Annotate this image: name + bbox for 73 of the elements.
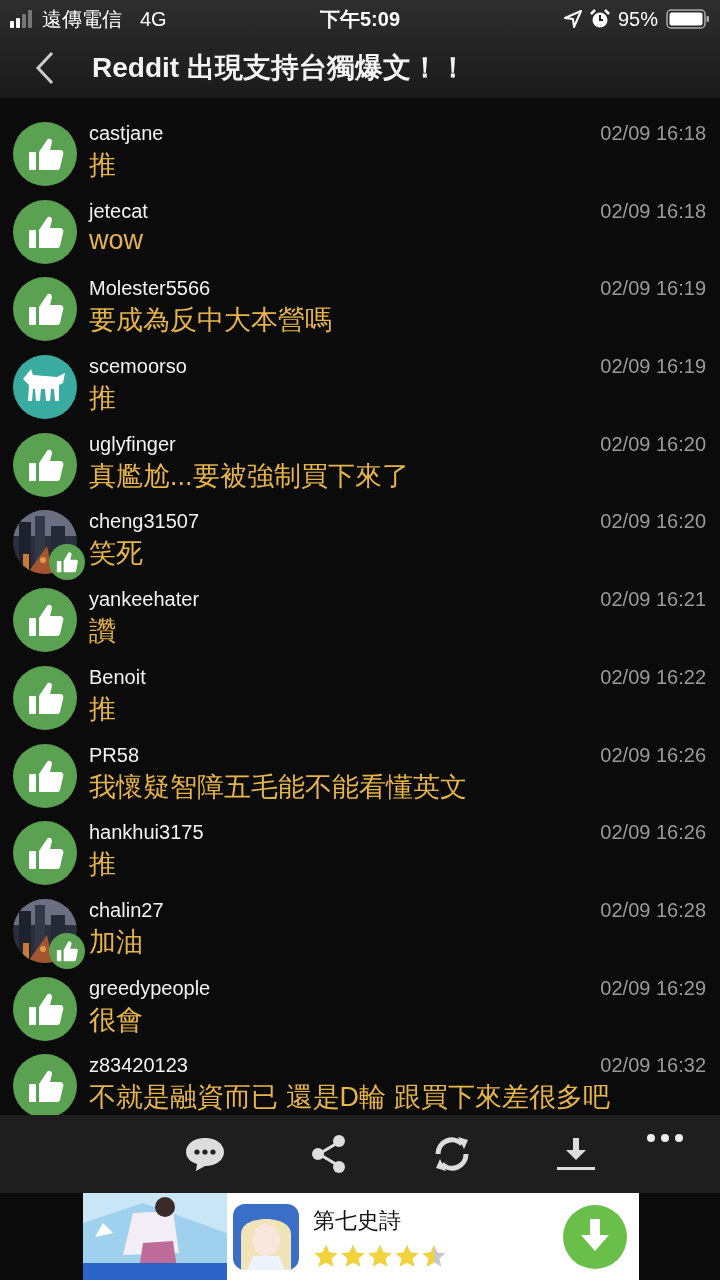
comment-text: 很會 bbox=[89, 1003, 144, 1037]
username: Benoit bbox=[89, 665, 146, 689]
thumbs-up-avatar-icon bbox=[13, 1054, 77, 1115]
comment-text: wow bbox=[89, 224, 144, 256]
thumbs-up-avatar-icon bbox=[13, 588, 77, 653]
alarm-icon bbox=[589, 9, 610, 29]
timestamp: 02/09 16:19 bbox=[600, 355, 706, 379]
star-icon bbox=[313, 1243, 339, 1268]
app-name: 第七史詩 bbox=[313, 1206, 402, 1235]
comment-text: 推 bbox=[89, 848, 117, 882]
username: cheng31507 bbox=[89, 510, 200, 534]
thumbs-up-avatar-icon bbox=[13, 122, 77, 186]
comment-text: 真尷尬...要被強制買下來了 bbox=[89, 459, 410, 493]
comment-text: 不就是融資而已 還是D輪 跟買下來差很多吧 bbox=[89, 1081, 611, 1115]
thumbs-up-avatar-icon bbox=[13, 665, 77, 730]
comment-text: 推 bbox=[89, 149, 117, 182]
thumbs-up-badge-icon bbox=[49, 932, 85, 969]
timestamp: 02/09 16:32 bbox=[600, 1054, 706, 1078]
thread-title: Reddit 出現支持台獨爆文！！ bbox=[92, 51, 467, 85]
network-type: 4G bbox=[140, 7, 167, 31]
username: z83420123 bbox=[89, 1054, 188, 1078]
comment-text: 加油 bbox=[89, 925, 144, 959]
comment-text: 推 bbox=[89, 382, 117, 416]
username: jetecat bbox=[89, 199, 148, 223]
username: castjane bbox=[89, 122, 164, 145]
share-icon[interactable] bbox=[310, 1134, 348, 1174]
timestamp: 02/09 16:20 bbox=[600, 510, 706, 534]
username: yankeehater bbox=[89, 588, 200, 612]
thumbs-up-avatar-icon bbox=[13, 277, 77, 342]
star-icon bbox=[394, 1243, 420, 1268]
comment-text: 我懷疑智障五毛能不能看懂英文 bbox=[89, 770, 468, 804]
username: hankhui3175 bbox=[89, 821, 204, 845]
timestamp: 02/09 16:26 bbox=[600, 743, 706, 767]
wolf-avatar-icon bbox=[13, 355, 77, 420]
timestamp: 02/09 16:19 bbox=[600, 277, 706, 301]
username: PR58 bbox=[89, 743, 140, 767]
timestamp: 02/09 16:28 bbox=[600, 898, 706, 922]
ad-banner[interactable]: 第七史詩 bbox=[83, 1193, 639, 1280]
username: uglyfinger bbox=[89, 432, 176, 456]
comment-icon[interactable] bbox=[184, 1136, 226, 1172]
thumbs-up-avatar-icon bbox=[13, 743, 77, 808]
timestamp: 02/09 16:18 bbox=[600, 122, 706, 145]
timestamp: 02/09 16:22 bbox=[600, 665, 706, 689]
location-icon bbox=[563, 10, 582, 28]
timestamp: 02/09 16:18 bbox=[600, 199, 706, 223]
star-icon bbox=[421, 1243, 447, 1268]
thumbs-up-avatar-icon bbox=[13, 432, 77, 497]
username: greedypeople bbox=[89, 976, 211, 1000]
comment-text: 笑死 bbox=[89, 537, 144, 571]
thumbs-up-badge-icon bbox=[49, 544, 85, 581]
timestamp: 02/09 16:26 bbox=[600, 821, 706, 845]
download-icon[interactable] bbox=[556, 1136, 596, 1172]
timestamp: 02/09 16:21 bbox=[600, 588, 706, 612]
username: scemoorso bbox=[89, 355, 187, 379]
app-icon bbox=[233, 1203, 299, 1270]
comment-text: 推 bbox=[89, 692, 117, 726]
thumbs-up-avatar-icon bbox=[13, 821, 77, 886]
battery-icon bbox=[666, 9, 710, 29]
carrier: 遠傳電信 bbox=[42, 6, 122, 32]
timestamp: 02/09 16:20 bbox=[600, 432, 706, 456]
username: chalin27 bbox=[89, 898, 164, 922]
thumbs-up-avatar-icon bbox=[13, 199, 77, 264]
more-icon[interactable] bbox=[646, 1133, 684, 1143]
star-icon bbox=[367, 1243, 393, 1268]
battery-percent: 95% bbox=[617, 7, 658, 31]
clock: 下午5:09 bbox=[320, 6, 400, 32]
thumbs-up-avatar-icon bbox=[13, 976, 77, 1041]
star-icon bbox=[340, 1243, 366, 1268]
back-button[interactable] bbox=[34, 51, 56, 85]
username: Molester5566 bbox=[89, 277, 211, 301]
timestamp: 02/09 16:29 bbox=[600, 976, 706, 1000]
comment-text: 讚 bbox=[89, 615, 117, 649]
comment-text: 要成為反中大本營嗎 bbox=[89, 304, 333, 338]
